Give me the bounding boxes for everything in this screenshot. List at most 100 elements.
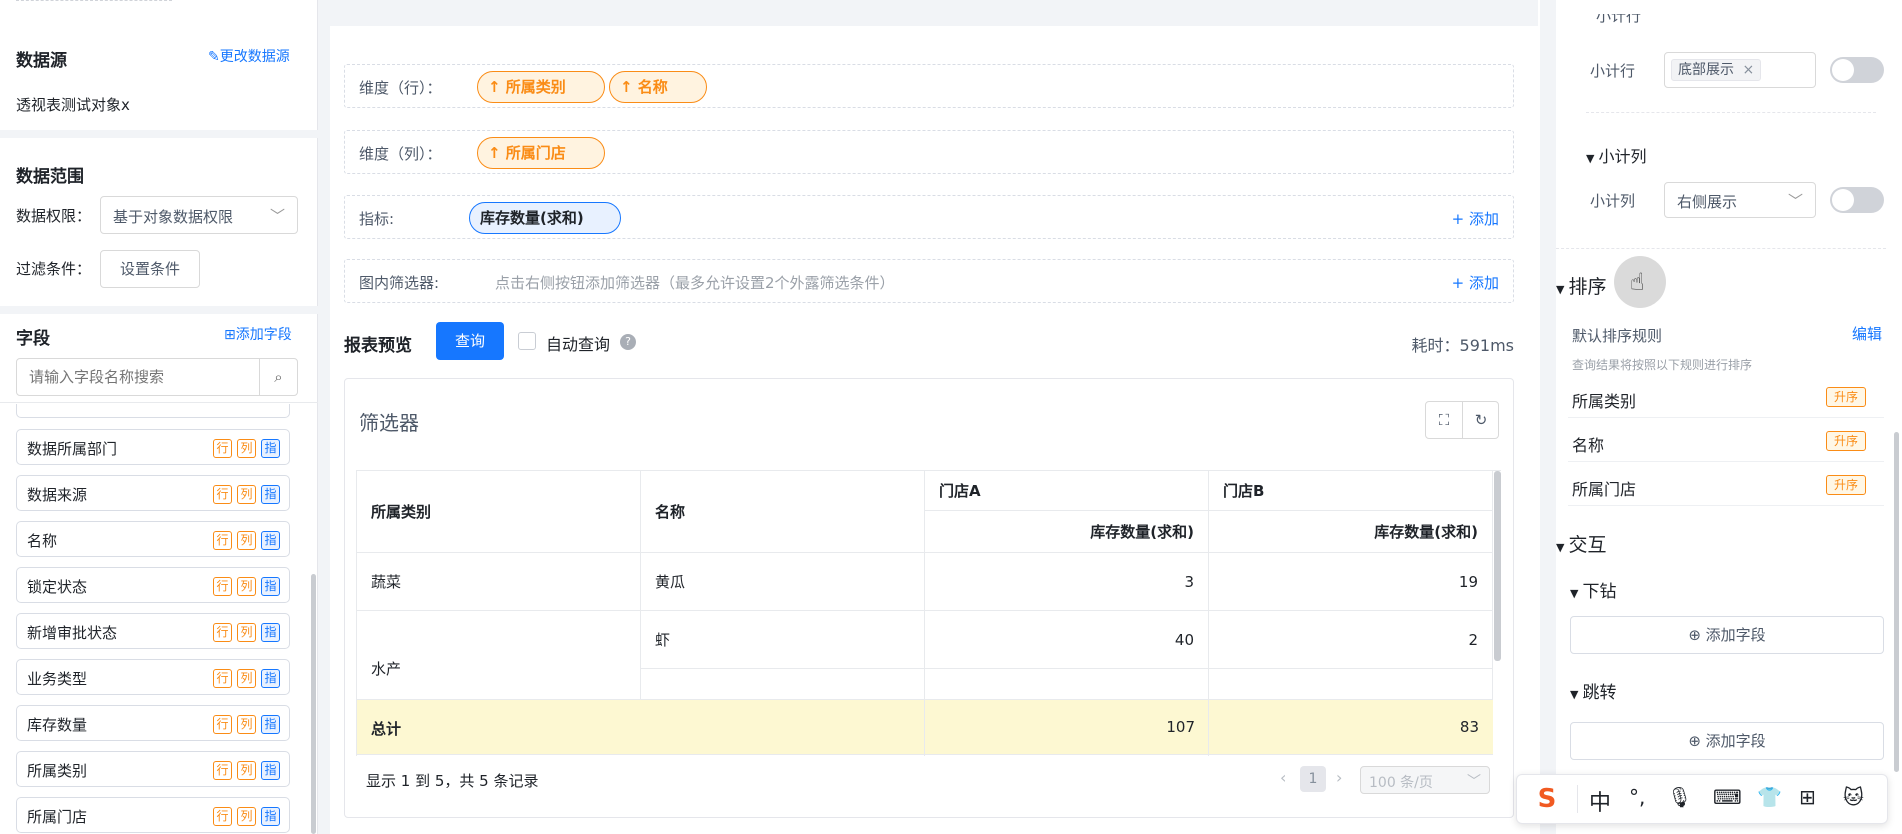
left-scrollbar[interactable] bbox=[311, 574, 316, 834]
add-to-metric-tag[interactable]: 指 bbox=[261, 807, 280, 826]
add-to-metric-tag[interactable]: 指 bbox=[261, 439, 280, 458]
plus-circle-icon: ⊕ bbox=[1688, 626, 1701, 644]
total-store-a: 107 bbox=[1166, 718, 1195, 736]
row-pill-category[interactable]: ↑ 所属类别 bbox=[477, 71, 605, 103]
metric-pill[interactable]: 库存数量(求和) bbox=[469, 202, 621, 234]
col-dimension-zone[interactable]: 维度（列）： ↑ 所属门店 bbox=[344, 130, 1514, 174]
prev-page-icon[interactable]: ‹ bbox=[1280, 768, 1286, 787]
add-filter-link[interactable]: + 添加 bbox=[1452, 272, 1499, 293]
sort-item[interactable]: 名称 升序 bbox=[1568, 418, 1884, 462]
ime-mode[interactable]: 中 bbox=[1589, 785, 1611, 817]
row-pill-name[interactable]: ↑ 名称 bbox=[609, 71, 707, 103]
set-condition-button[interactable]: 设置条件 bbox=[100, 250, 200, 288]
inner-filter-zone[interactable]: 图内筛选器: 点击右侧按钮添加筛选器（最多允许设置2个外露筛选条件） + 添加 bbox=[344, 259, 1514, 303]
permission-select[interactable]: 基于对象数据权限 ﹀ bbox=[100, 196, 298, 234]
add-to-row-tag[interactable]: 行 bbox=[213, 715, 232, 734]
field-item[interactable]: 锁定状态 行列指 bbox=[16, 567, 290, 603]
add-to-metric-tag[interactable]: 指 bbox=[261, 669, 280, 688]
add-to-row-tag[interactable]: 行 bbox=[213, 439, 232, 458]
search-icon[interactable]: ⌕ bbox=[259, 359, 297, 395]
subtotal-col-section[interactable]: ▼ 小计列 bbox=[1586, 143, 1646, 167]
caret-down-icon: ▼ bbox=[1586, 152, 1595, 165]
help-icon[interactable]: ? bbox=[620, 334, 636, 350]
add-to-col-tag[interactable]: 列 bbox=[237, 715, 256, 734]
toolbox-grid-icon[interactable]: ⊞ bbox=[1799, 785, 1816, 809]
field-item[interactable]: 库存数量 行列指 bbox=[16, 705, 290, 741]
col-pill-store[interactable]: ↑ 所属门店 bbox=[477, 137, 605, 169]
inner-filter-label: 图内筛选器: bbox=[359, 274, 440, 292]
add-to-row-tag[interactable]: 行 bbox=[213, 577, 232, 596]
edit-sort-link[interactable]: 编辑 bbox=[1852, 323, 1882, 344]
add-to-metric-tag[interactable]: 指 bbox=[261, 715, 280, 734]
field-item[interactable]: 数据来源 行列指 bbox=[16, 475, 290, 511]
add-to-row-tag[interactable]: 行 bbox=[213, 807, 232, 826]
add-to-col-tag[interactable]: 列 bbox=[237, 577, 256, 596]
ascending-badge[interactable]: 升序 bbox=[1826, 387, 1866, 407]
add-to-metric-tag[interactable]: 指 bbox=[261, 485, 280, 504]
add-to-col-tag[interactable]: 列 bbox=[237, 485, 256, 504]
query-button[interactable]: 查询 bbox=[436, 322, 504, 360]
ascending-badge[interactable]: 升序 bbox=[1826, 475, 1866, 495]
add-to-row-tag[interactable]: 行 bbox=[213, 623, 232, 642]
auto-query-checkbox[interactable] bbox=[518, 332, 536, 350]
sort-section[interactable]: ▼ 排序 bbox=[1556, 272, 1606, 299]
field-item[interactable]: 所属类别 行列指 bbox=[16, 751, 290, 787]
add-to-col-tag[interactable]: 列 bbox=[237, 807, 256, 826]
add-to-col-tag[interactable]: 列 bbox=[237, 761, 256, 780]
refresh-icon[interactable]: ↻ bbox=[1463, 402, 1499, 438]
drill-section[interactable]: ▼ 下钻 bbox=[1570, 577, 1616, 602]
add-to-row-tag[interactable]: 行 bbox=[213, 761, 232, 780]
sort-item[interactable]: 所属类别 升序 bbox=[1568, 376, 1884, 418]
cell-name: 黄瓜 bbox=[641, 553, 925, 611]
fullscreen-icon[interactable]: ⛶ bbox=[1426, 402, 1463, 438]
add-to-col-tag[interactable]: 列 bbox=[237, 669, 256, 688]
add-to-metric-tag[interactable]: 指 bbox=[261, 577, 280, 596]
jump-add-field-button[interactable]: ⊕ 添加字段 bbox=[1570, 722, 1884, 760]
current-page[interactable]: 1 bbox=[1300, 766, 1326, 792]
add-to-col-tag[interactable]: 列 bbox=[237, 531, 256, 550]
col-dimension-label: 维度（列）： bbox=[359, 145, 442, 163]
keyboard-icon[interactable]: ⌨ bbox=[1713, 785, 1742, 809]
add-to-row-tag[interactable]: 行 bbox=[213, 669, 232, 688]
add-to-col-tag[interactable]: 列 bbox=[237, 439, 256, 458]
change-datasource-link[interactable]: ✎更改数据源 bbox=[208, 46, 290, 66]
ime-logo[interactable]: S bbox=[1531, 783, 1563, 815]
field-search-input[interactable] bbox=[17, 359, 261, 395]
metric-zone[interactable]: 指标: 库存数量(求和) + 添加 bbox=[344, 195, 1514, 239]
subtotal-col-toggle[interactable] bbox=[1830, 187, 1884, 213]
interaction-section[interactable]: ▼ 交互 bbox=[1556, 530, 1606, 557]
next-page-icon[interactable]: › bbox=[1336, 768, 1342, 787]
skin-shirt-icon[interactable]: 👕 bbox=[1757, 785, 1782, 809]
ime-punctuation[interactable]: °, bbox=[1629, 785, 1645, 809]
drill-add-field-button[interactable]: ⊕ 添加字段 bbox=[1570, 616, 1884, 654]
subtotal-col-select[interactable]: 右侧展示 ﹀ bbox=[1664, 182, 1816, 218]
sort-item[interactable]: 所属门店 升序 bbox=[1568, 462, 1884, 506]
ascending-badge[interactable]: 升序 bbox=[1826, 431, 1866, 451]
field-item[interactable]: 数据所属部门 行列指 bbox=[16, 429, 290, 465]
subtotal-row-select[interactable]: 底部展示 × bbox=[1664, 52, 1816, 88]
row-dimension-zone[interactable]: 维度（行）： ↑ 所属类别 ↑ 名称 bbox=[344, 64, 1514, 108]
jump-section[interactable]: ▼ 跳转 bbox=[1570, 678, 1616, 703]
field-item[interactable]: 业务类型 行列指 bbox=[16, 659, 290, 695]
close-icon[interactable]: × bbox=[1742, 62, 1754, 78]
field-item[interactable]: 所属门店 行列指 bbox=[16, 797, 290, 833]
add-metric-link[interactable]: + 添加 bbox=[1452, 208, 1499, 229]
table-scrollbar[interactable] bbox=[1494, 471, 1501, 661]
mascot-icon[interactable]: 🐱 bbox=[1843, 785, 1864, 809]
total-store-b: 83 bbox=[1459, 718, 1479, 736]
page-size-select[interactable]: 100 条/页 ﹀ bbox=[1360, 766, 1490, 794]
add-field-link[interactable]: ⊞添加字段 bbox=[224, 324, 292, 344]
add-to-metric-tag[interactable]: 指 bbox=[261, 761, 280, 780]
subtotal-row-toggle[interactable] bbox=[1830, 57, 1884, 83]
microphone-icon[interactable]: 🎙 bbox=[1667, 785, 1692, 809]
add-to-row-tag[interactable]: 行 bbox=[213, 531, 232, 550]
add-to-row-tag[interactable]: 行 bbox=[213, 485, 232, 504]
left-panel: 数据源 ✎更改数据源 透视表测试对象x 数据范围 数据权限： 基于对象数据权限 … bbox=[0, 0, 318, 834]
right-scrollbar[interactable] bbox=[1894, 432, 1899, 772]
data-range-title: 数据范围 bbox=[16, 167, 84, 187]
add-to-col-tag[interactable]: 列 bbox=[237, 623, 256, 642]
field-item[interactable]: 名称 行列指 bbox=[16, 521, 290, 557]
add-to-metric-tag[interactable]: 指 bbox=[261, 623, 280, 642]
add-to-metric-tag[interactable]: 指 bbox=[261, 531, 280, 550]
field-item[interactable]: 新增审批状态 行列指 bbox=[16, 613, 290, 649]
